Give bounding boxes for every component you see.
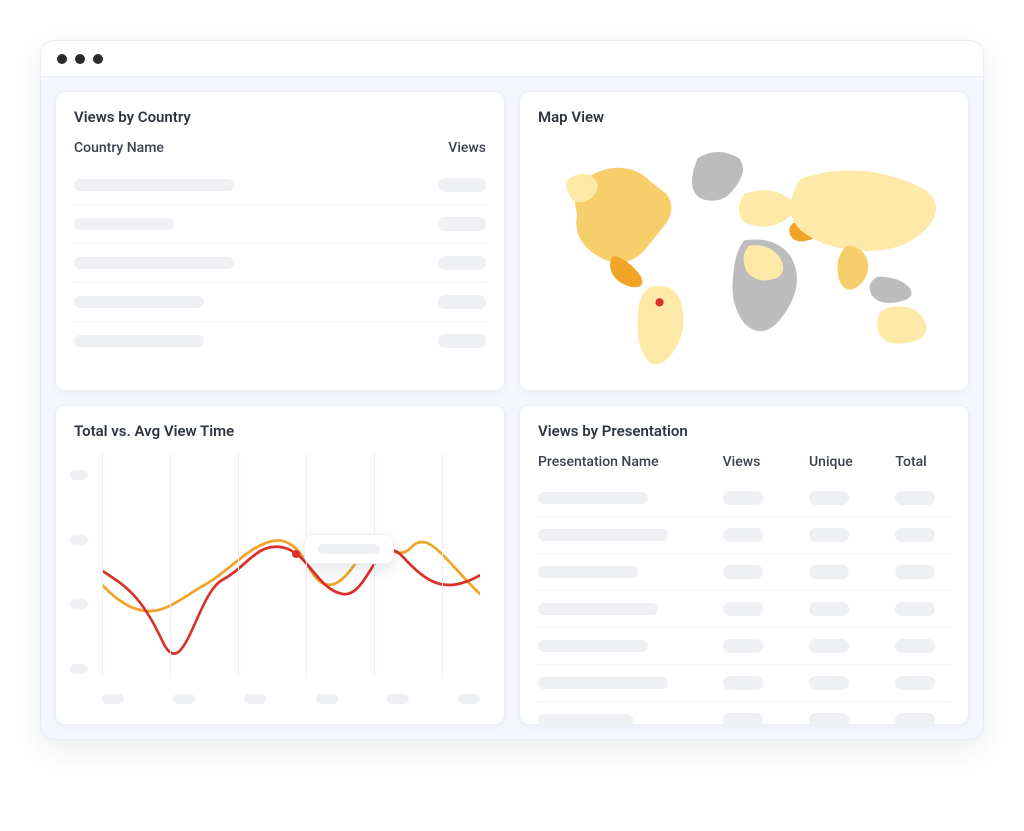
card-title: Map View (538, 108, 950, 126)
placeholder (438, 295, 486, 309)
card-view-time-chart: Total vs. Avg View Time (55, 405, 505, 725)
placeholder (723, 676, 763, 690)
dashboard-content: Views by Country Country Name Views Map … (41, 77, 983, 739)
placeholder (70, 535, 88, 545)
placeholder (809, 676, 849, 690)
world-map[interactable] (538, 136, 950, 376)
world-map-svg (538, 136, 950, 376)
window-control-dot[interactable] (57, 54, 67, 64)
col-views: Views (448, 140, 486, 156)
chart-plot-area (102, 454, 480, 678)
table-row (538, 517, 950, 554)
placeholder (723, 528, 763, 542)
placeholder (809, 491, 849, 505)
col-unique: Unique (809, 454, 885, 470)
card-map-view: Map View (519, 91, 969, 391)
placeholder (438, 256, 486, 270)
placeholder (438, 178, 486, 192)
table-row (538, 554, 950, 591)
placeholder (74, 179, 234, 191)
placeholder (723, 602, 763, 616)
placeholder (895, 528, 935, 542)
placeholder (74, 257, 234, 269)
col-total: Total (895, 454, 950, 470)
placeholder (809, 713, 849, 725)
placeholder (723, 491, 763, 505)
col-country-name: Country Name (74, 140, 164, 156)
col-views: Views (723, 454, 799, 470)
card-title: Views by Country (74, 108, 486, 126)
placeholder (895, 713, 935, 725)
placeholder (316, 694, 338, 704)
placeholder (809, 565, 849, 579)
table-row (538, 628, 950, 665)
placeholder (809, 639, 849, 653)
table-row (538, 480, 950, 517)
placeholder (244, 694, 266, 704)
card-title: Total vs. Avg View Time (74, 422, 486, 440)
placeholder (723, 639, 763, 653)
table-row (538, 591, 950, 628)
placeholder (538, 640, 648, 652)
placeholder (538, 677, 668, 689)
chart-highlight-point (292, 550, 300, 558)
placeholder (387, 694, 409, 704)
placeholder (538, 492, 648, 504)
placeholder (102, 694, 124, 704)
placeholder (173, 694, 195, 704)
placeholder (438, 217, 486, 231)
y-axis-ticks (70, 470, 92, 674)
chart-lines-svg (102, 454, 480, 678)
placeholder (538, 714, 633, 725)
table-header: Country Name Views (74, 136, 486, 166)
window-titlebar (41, 41, 983, 77)
table-header: Presentation Name Views Unique Total (538, 450, 950, 480)
table-row (74, 244, 486, 283)
col-presentation-name: Presentation Name (538, 454, 713, 470)
placeholder (74, 335, 204, 347)
placeholder (318, 544, 380, 554)
placeholder (895, 602, 935, 616)
placeholder (70, 470, 88, 480)
table-row (74, 283, 486, 322)
x-axis-ticks (102, 694, 480, 704)
placeholder (895, 491, 935, 505)
table-row (74, 322, 486, 360)
table-row (538, 702, 950, 725)
placeholder (70, 599, 88, 609)
placeholder (723, 713, 763, 725)
card-title: Views by Presentation (538, 422, 950, 440)
placeholder (809, 602, 849, 616)
card-views-by-presentation: Views by Presentation Presentation Name … (519, 405, 969, 725)
placeholder (895, 565, 935, 579)
placeholder (538, 529, 668, 541)
placeholder (70, 664, 88, 674)
placeholder (438, 334, 486, 348)
placeholder (74, 296, 204, 308)
line-chart[interactable] (74, 450, 486, 706)
window-control-dot[interactable] (93, 54, 103, 64)
table-row (74, 166, 486, 205)
placeholder (895, 639, 935, 653)
placeholder (74, 218, 174, 230)
placeholder (538, 566, 638, 578)
placeholder (895, 676, 935, 690)
placeholder (458, 694, 480, 704)
app-window: Views by Country Country Name Views Map … (40, 40, 984, 740)
chart-tooltip (304, 534, 394, 564)
placeholder (809, 528, 849, 542)
card-views-by-country: Views by Country Country Name Views (55, 91, 505, 391)
table-row (74, 205, 486, 244)
table-row (538, 665, 950, 702)
window-control-dot[interactable] (75, 54, 85, 64)
placeholder (538, 603, 658, 615)
placeholder (723, 565, 763, 579)
